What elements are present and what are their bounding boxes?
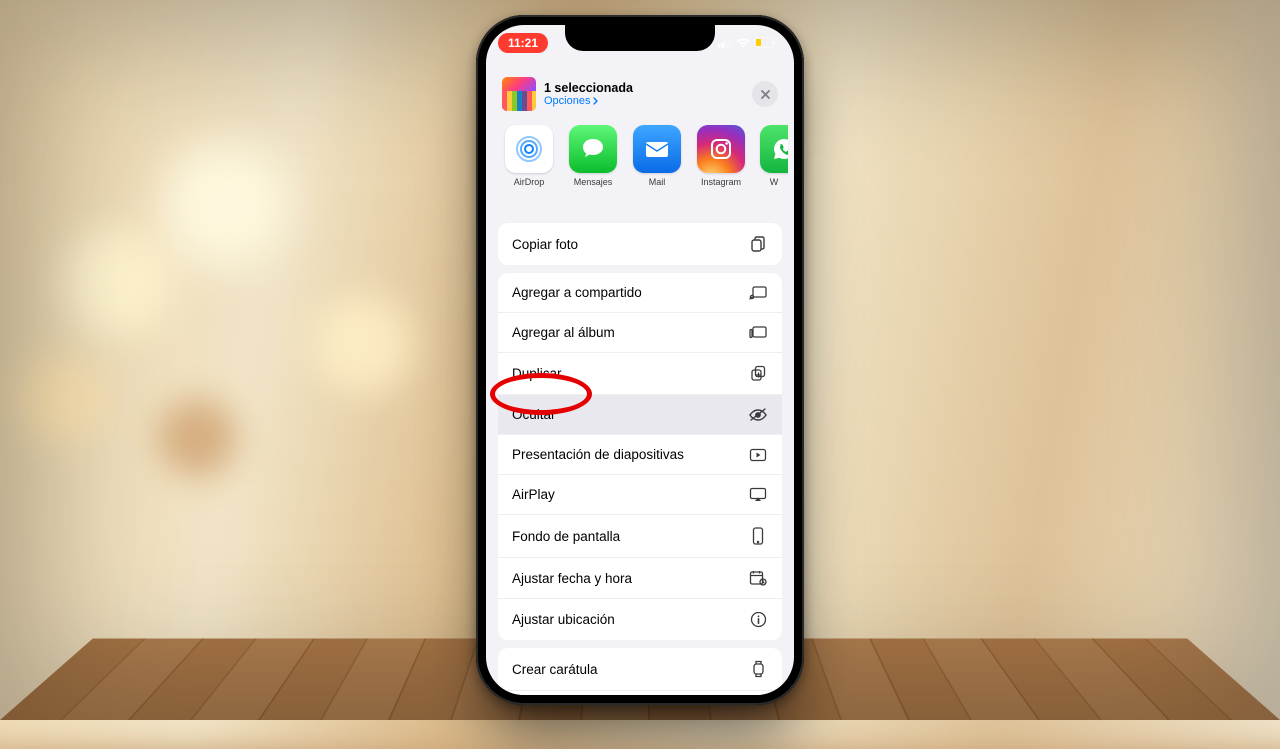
info-icon <box>748 611 768 628</box>
action-slideshow[interactable]: Presentación de diapositivas <box>498 435 782 475</box>
selected-photo-thumbnail[interactable] <box>502 77 536 111</box>
close-icon <box>760 89 771 100</box>
airplay-icon <box>748 487 768 502</box>
action-copy-photo[interactable]: Copiar foto <box>498 223 782 265</box>
shared-album-icon <box>748 286 768 300</box>
action-hide[interactable]: Ocultar <box>498 395 782 435</box>
action-label: Agregar al álbum <box>512 325 615 340</box>
app-label: W <box>760 177 788 187</box>
sheet-title: 1 seleccionada <box>544 81 752 95</box>
action-wallpaper[interactable]: Fondo de pantalla <box>498 515 782 558</box>
app-label: AirDrop <box>504 177 554 187</box>
album-icon <box>748 326 768 340</box>
share-sheet: 1 seleccionada Opciones AirDrop <box>492 67 788 695</box>
status-indicators <box>718 37 776 48</box>
duplicate-icon <box>748 365 768 382</box>
copy-icon <box>748 235 768 253</box>
calendar-clock-icon <box>748 570 768 586</box>
actions-scroll[interactable]: Copiar foto Agregar a compartido Agregar… <box>498 223 782 695</box>
action-adjust-location[interactable]: Ajustar ubicación <box>498 599 782 640</box>
instagram-icon <box>697 125 745 173</box>
options-link[interactable]: Opciones <box>544 95 752 107</box>
action-label: Duplicar <box>512 366 562 381</box>
app-airdrop[interactable]: AirDrop <box>504 125 554 187</box>
action-create-watchface[interactable]: Crear carátula <box>498 648 782 691</box>
action-add-to-album[interactable]: Agregar al álbum <box>498 313 782 353</box>
app-messages[interactable]: Mensajes <box>568 125 618 187</box>
action-label: Presentación de diapositivas <box>512 447 684 462</box>
sheet-header: 1 seleccionada Opciones <box>492 67 788 119</box>
chevron-right-icon <box>592 97 600 105</box>
action-add-to-shared[interactable]: Agregar a compartido <box>498 273 782 313</box>
phone-screen: 11:21 1 seleccionada Opciones <box>486 25 794 695</box>
action-label: Ocultar <box>512 407 556 422</box>
battery-icon <box>754 37 776 48</box>
whatsapp-icon <box>760 125 788 173</box>
action-label: AirPlay <box>512 487 555 502</box>
mail-icon <box>633 125 681 173</box>
action-label: Agregar a compartido <box>512 285 642 300</box>
app-label: Mensajes <box>568 177 618 187</box>
notch <box>565 25 715 51</box>
action-duplicate[interactable]: Duplicar <box>498 353 782 395</box>
action-group-2: Crear carátula Guardar en Archivos <box>498 648 782 695</box>
app-label: Mail <box>632 177 682 187</box>
action-group-0: Copiar foto <box>498 223 782 265</box>
action-label: Copiar foto <box>512 237 578 252</box>
wifi-icon <box>736 38 750 48</box>
app-instagram[interactable]: Instagram <box>696 125 746 187</box>
app-whatsapp-partial[interactable]: W <box>760 125 788 187</box>
action-save-to-files[interactable]: Guardar en Archivos <box>498 691 782 695</box>
messages-icon <box>569 125 617 173</box>
action-label: Ajustar ubicación <box>512 612 615 627</box>
action-label: Fondo de pantalla <box>512 529 620 544</box>
action-adjust-date-time[interactable]: Ajustar fecha y hora <box>498 558 782 599</box>
eye-slash-icon <box>748 408 768 422</box>
app-mail[interactable]: Mail <box>632 125 682 187</box>
iphone-icon <box>748 527 768 545</box>
action-group-1: Agregar a compartido Agregar al álbum Du… <box>498 273 782 640</box>
play-rect-icon <box>748 448 768 462</box>
action-label: Ajustar fecha y hora <box>512 571 632 586</box>
close-button[interactable] <box>752 81 778 107</box>
action-label: Crear carátula <box>512 662 598 677</box>
airdrop-icon <box>505 125 553 173</box>
status-time-recording: 11:21 <box>498 33 548 53</box>
app-label: Instagram <box>696 177 746 187</box>
share-apps-row[interactable]: AirDrop Mensajes Mail <box>492 119 788 191</box>
watch-icon <box>748 660 768 678</box>
action-airplay[interactable]: AirPlay <box>498 475 782 515</box>
cellular-icon <box>718 38 732 48</box>
phone-frame: 11:21 1 seleccionada Opciones <box>476 15 804 705</box>
